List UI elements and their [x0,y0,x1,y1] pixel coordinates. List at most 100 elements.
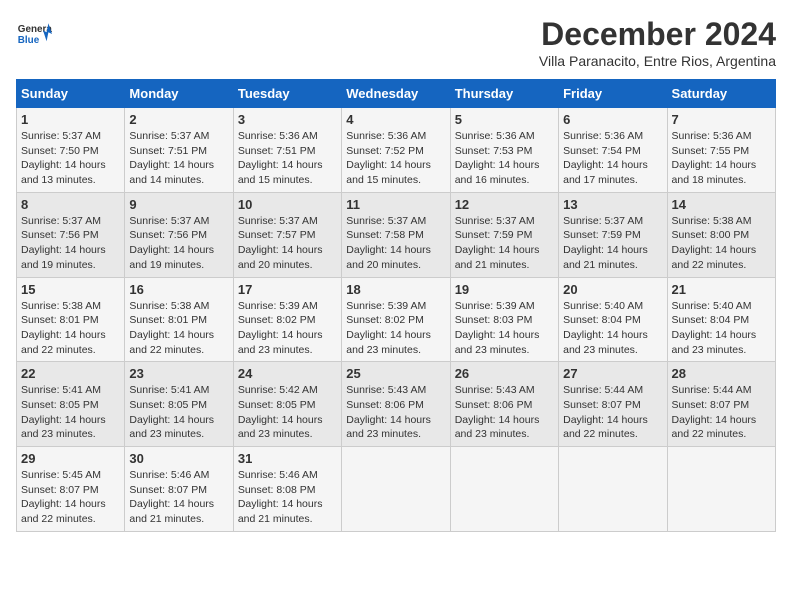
day-number: 26 [455,366,554,381]
calendar-cell: 5Sunrise: 5:36 AM Sunset: 7:53 PM Daylig… [450,108,558,193]
calendar-cell: 12 Sunrise: 5:37 AM Sunset: 7:59 PM Dayli… [450,192,558,277]
calendar-cell: 1 Sunrise: 5:37 AM Sunset: 7:50 PM Daylig… [17,108,125,193]
calendar-cell: 6Sunrise: 5:36 AM Sunset: 7:54 PM Daylig… [559,108,667,193]
calendar-cell [342,447,450,532]
cell-info: Sunrise: 5:39 AM Sunset: 8:03 PM Dayligh… [455,299,554,358]
calendar-cell: 20Sunrise: 5:40 AM Sunset: 8:04 PM Dayli… [559,277,667,362]
calendar-cell: 21Sunrise: 5:40 AM Sunset: 8:04 PM Dayli… [667,277,775,362]
cell-info: Sunrise: 5:38 AM Sunset: 8:01 PM Dayligh… [129,299,228,358]
calendar-week-row: 22 Sunrise: 5:41 AM Sunset: 8:05 PM Dayli… [17,362,776,447]
calendar-cell: 14 Sunrise: 5:38 AM Sunset: 8:00 PM Dayli… [667,192,775,277]
calendar-cell: 29 Sunrise: 5:45 AM Sunset: 8:07 PM Dayli… [17,447,125,532]
weekday-header-monday: Monday [125,80,233,108]
cell-info: Sunrise: 5:46 AM Sunset: 8:07 PM Dayligh… [129,468,228,527]
cell-info: Sunrise: 5:36 AM Sunset: 7:52 PM Dayligh… [346,129,445,188]
weekday-header-saturday: Saturday [667,80,775,108]
cell-info: Sunrise: 5:37 AM Sunset: 7:59 PM Dayligh… [563,214,662,273]
calendar-cell: 9 Sunrise: 5:37 AM Sunset: 7:56 PM Daylig… [125,192,233,277]
calendar-body: 1 Sunrise: 5:37 AM Sunset: 7:50 PM Daylig… [17,108,776,532]
calendar-table: SundayMondayTuesdayWednesdayThursdayFrid… [16,79,776,532]
day-number: 22 [21,366,120,381]
weekday-header-row: SundayMondayTuesdayWednesdayThursdayFrid… [17,80,776,108]
cell-info: Sunrise: 5:43 AM Sunset: 8:06 PM Dayligh… [346,383,445,442]
calendar-week-row: 29 Sunrise: 5:45 AM Sunset: 8:07 PM Dayli… [17,447,776,532]
calendar-cell: 19Sunrise: 5:39 AM Sunset: 8:03 PM Dayli… [450,277,558,362]
weekday-header-tuesday: Tuesday [233,80,341,108]
day-number: 13 [563,197,662,212]
cell-info: Sunrise: 5:38 AM Sunset: 8:01 PM Dayligh… [21,299,120,358]
day-number: 5 [455,112,554,127]
calendar-cell: 28Sunrise: 5:44 AM Sunset: 8:07 PM Dayli… [667,362,775,447]
day-number: 6 [563,112,662,127]
calendar-cell: 16 Sunrise: 5:38 AM Sunset: 8:01 PM Dayli… [125,277,233,362]
calendar-cell: 27Sunrise: 5:44 AM Sunset: 8:07 PM Dayli… [559,362,667,447]
day-number: 27 [563,366,662,381]
calendar-cell: 18 Sunrise: 5:39 AM Sunset: 8:02 PM Dayli… [342,277,450,362]
day-number: 18 [346,282,445,297]
cell-info: Sunrise: 5:39 AM Sunset: 8:02 PM Dayligh… [346,299,445,358]
cell-info: Sunrise: 5:36 AM Sunset: 7:51 PM Dayligh… [238,129,337,188]
page-header: General Blue December 2024 Villa Paranac… [16,16,776,69]
weekday-header-thursday: Thursday [450,80,558,108]
calendar-cell: 31Sunrise: 5:46 AM Sunset: 8:08 PM Dayli… [233,447,341,532]
day-number: 2 [129,112,228,127]
calendar-header: SundayMondayTuesdayWednesdayThursdayFrid… [17,80,776,108]
cell-info: Sunrise: 5:40 AM Sunset: 8:04 PM Dayligh… [672,299,771,358]
weekday-header-sunday: Sunday [17,80,125,108]
calendar-cell: 22 Sunrise: 5:41 AM Sunset: 8:05 PM Dayli… [17,362,125,447]
weekday-header-wednesday: Wednesday [342,80,450,108]
cell-info: Sunrise: 5:37 AM Sunset: 7:56 PM Dayligh… [129,214,228,273]
day-number: 16 [129,282,228,297]
calendar-cell: 8 Sunrise: 5:37 AM Sunset: 7:56 PM Daylig… [17,192,125,277]
cell-info: Sunrise: 5:37 AM Sunset: 7:51 PM Dayligh… [129,129,228,188]
day-number: 24 [238,366,337,381]
calendar-cell: 13 Sunrise: 5:37 AM Sunset: 7:59 PM Dayli… [559,192,667,277]
day-number: 23 [129,366,228,381]
cell-info: Sunrise: 5:37 AM Sunset: 7:59 PM Dayligh… [455,214,554,273]
day-number: 4 [346,112,445,127]
calendar-cell [450,447,558,532]
calendar-cell: 26Sunrise: 5:43 AM Sunset: 8:06 PM Dayli… [450,362,558,447]
day-number: 29 [21,451,120,466]
day-number: 1 [21,112,120,127]
generalblue-logo-icon: General Blue [16,16,52,52]
calendar-cell: 7Sunrise: 5:36 AM Sunset: 7:55 PM Daylig… [667,108,775,193]
day-number: 20 [563,282,662,297]
calendar-cell: 24 Sunrise: 5:42 AM Sunset: 8:05 PM Dayli… [233,362,341,447]
cell-info: Sunrise: 5:41 AM Sunset: 8:05 PM Dayligh… [129,383,228,442]
day-number: 17 [238,282,337,297]
calendar-cell: 25 Sunrise: 5:43 AM Sunset: 8:06 PM Dayli… [342,362,450,447]
day-number: 9 [129,197,228,212]
cell-info: Sunrise: 5:38 AM Sunset: 8:00 PM Dayligh… [672,214,771,273]
location-subtitle: Villa Paranacito, Entre Rios, Argentina [539,53,776,69]
day-number: 11 [346,197,445,212]
calendar-week-row: 15 Sunrise: 5:38 AM Sunset: 8:01 PM Dayli… [17,277,776,362]
title-area: December 2024 Villa Paranacito, Entre Ri… [539,16,776,69]
day-number: 25 [346,366,445,381]
cell-info: Sunrise: 5:37 AM Sunset: 7:57 PM Dayligh… [238,214,337,273]
cell-info: Sunrise: 5:44 AM Sunset: 8:07 PM Dayligh… [672,383,771,442]
calendar-cell: 11Sunrise: 5:37 AM Sunset: 7:58 PM Dayli… [342,192,450,277]
calendar-cell: 23 Sunrise: 5:41 AM Sunset: 8:05 PM Dayli… [125,362,233,447]
calendar-cell: 30Sunrise: 5:46 AM Sunset: 8:07 PM Dayli… [125,447,233,532]
cell-info: Sunrise: 5:37 AM Sunset: 7:56 PM Dayligh… [21,214,120,273]
calendar-cell: 17Sunrise: 5:39 AM Sunset: 8:02 PM Dayli… [233,277,341,362]
cell-info: Sunrise: 5:45 AM Sunset: 8:07 PM Dayligh… [21,468,120,527]
calendar-cell: 15 Sunrise: 5:38 AM Sunset: 8:01 PM Dayli… [17,277,125,362]
calendar-cell: 2 Sunrise: 5:37 AM Sunset: 7:51 PM Daylig… [125,108,233,193]
day-number: 14 [672,197,771,212]
weekday-header-friday: Friday [559,80,667,108]
calendar-cell [667,447,775,532]
cell-info: Sunrise: 5:37 AM Sunset: 7:50 PM Dayligh… [21,129,120,188]
calendar-cell: 4 Sunrise: 5:36 AM Sunset: 7:52 PM Daylig… [342,108,450,193]
cell-info: Sunrise: 5:41 AM Sunset: 8:05 PM Dayligh… [21,383,120,442]
calendar-cell: 3Sunrise: 5:36 AM Sunset: 7:51 PM Daylig… [233,108,341,193]
cell-info: Sunrise: 5:42 AM Sunset: 8:05 PM Dayligh… [238,383,337,442]
svg-text:Blue: Blue [18,35,40,46]
day-number: 8 [21,197,120,212]
cell-info: Sunrise: 5:46 AM Sunset: 8:08 PM Dayligh… [238,468,337,527]
calendar-cell: 10Sunrise: 5:37 AM Sunset: 7:57 PM Dayli… [233,192,341,277]
day-number: 15 [21,282,120,297]
day-number: 12 [455,197,554,212]
logo: General Blue [16,16,52,52]
